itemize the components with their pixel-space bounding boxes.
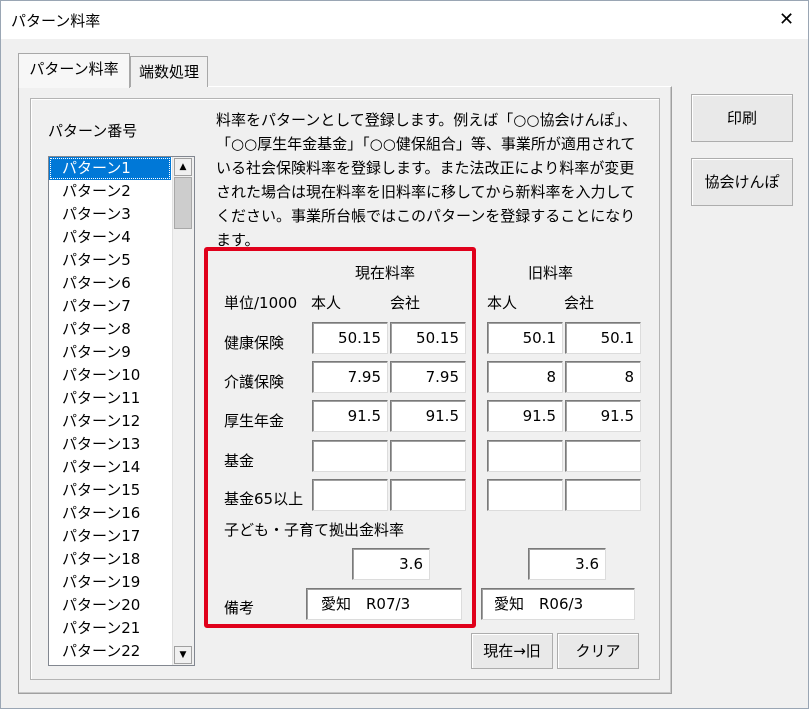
care-old-person-field[interactable]: 8 (487, 361, 563, 393)
kyokai-kenpo-button[interactable]: 協会けんぽ (691, 158, 793, 206)
pension-old-person-field[interactable]: 91.5 (487, 400, 563, 432)
list-item[interactable]: パターン10 (49, 364, 171, 387)
old-person-header: 本人 (487, 294, 518, 312)
list-item[interactable]: パターン17 (49, 525, 171, 548)
list-item[interactable]: パターン7 (49, 295, 171, 318)
list-item[interactable]: パターン13 (49, 433, 171, 456)
list-item[interactable]: パターン3 (49, 203, 171, 226)
description-text: 料率をパターンとして登録します。例えば「○○協会けんぽ」、「○○厚生年金基金」「… (216, 111, 637, 249)
fund65-old-person-field[interactable] (487, 479, 563, 511)
fund65-old-company-field[interactable] (565, 479, 641, 511)
pattern-listbox[interactable]: パターン1 パターン2 パターン3 パターン4 パターン5 パターン6 パターン7 パターン8… (48, 156, 195, 666)
scroll-thumb[interactable] (174, 177, 192, 229)
list-item[interactable]: パターン14 (49, 456, 171, 479)
old-rate-header: 旧料率 (528, 264, 574, 282)
tab-rounding[interactable]: 端数処理 (130, 56, 208, 87)
move-to-old-button[interactable]: 現在→旧 (471, 633, 553, 669)
list-scrollbar[interactable]: ▲ ▼ (172, 157, 194, 665)
care-old-company-field[interactable]: 8 (565, 361, 641, 393)
health-old-company-field[interactable]: 50.1 (565, 322, 641, 354)
list-item[interactable]: パターン18 (49, 548, 171, 571)
list-item[interactable]: パターン12 (49, 410, 171, 433)
list-item[interactable]: パターン4 (49, 226, 171, 249)
health-old-person-field[interactable]: 50.1 (487, 322, 563, 354)
list-item[interactable]: パターン2 (49, 180, 171, 203)
child-rate-old-field[interactable]: 3.6 (528, 548, 606, 580)
tab-pattern-rate[interactable]: パターン料率 (18, 53, 130, 88)
list-item[interactable]: パターン5 (49, 249, 171, 272)
list-item[interactable]: パターン20 (49, 594, 171, 617)
title-bar: パターン料率 ✕ (1, 1, 808, 39)
list-item[interactable]: パターン16 (49, 502, 171, 525)
scroll-down-icon[interactable]: ▼ (174, 646, 192, 664)
close-icon[interactable]: ✕ (765, 1, 808, 39)
list-item[interactable]: パターン22 (49, 640, 171, 663)
pattern-list-label: パターン番号 (48, 122, 138, 140)
list-item[interactable]: パターン6 (49, 272, 171, 295)
clear-button[interactable]: クリア (557, 633, 639, 669)
list-item[interactable]: パターン9 (49, 341, 171, 364)
fund-old-person-field[interactable] (487, 440, 563, 472)
list-item[interactable]: パターン1 (49, 157, 171, 180)
old-company-header: 会社 (564, 294, 595, 312)
pattern-list-items: パターン1 パターン2 パターン3 パターン4 パターン5 パターン6 パターン7 パターン8… (49, 157, 171, 663)
pension-old-company-field[interactable]: 91.5 (565, 400, 641, 432)
list-item[interactable]: パターン8 (49, 318, 171, 341)
window-title: パターン料率 (11, 12, 101, 30)
scroll-up-icon[interactable]: ▲ (174, 158, 192, 176)
print-button[interactable]: 印刷 (691, 94, 793, 142)
notes-old-field[interactable]: 愛知 R06/3 (481, 588, 635, 620)
highlight-box (204, 247, 476, 628)
list-item[interactable]: パターン21 (49, 617, 171, 640)
list-item[interactable]: パターン19 (49, 571, 171, 594)
list-item[interactable]: パターン15 (49, 479, 171, 502)
fund-old-company-field[interactable] (565, 440, 641, 472)
list-item[interactable]: パターン11 (49, 387, 171, 410)
